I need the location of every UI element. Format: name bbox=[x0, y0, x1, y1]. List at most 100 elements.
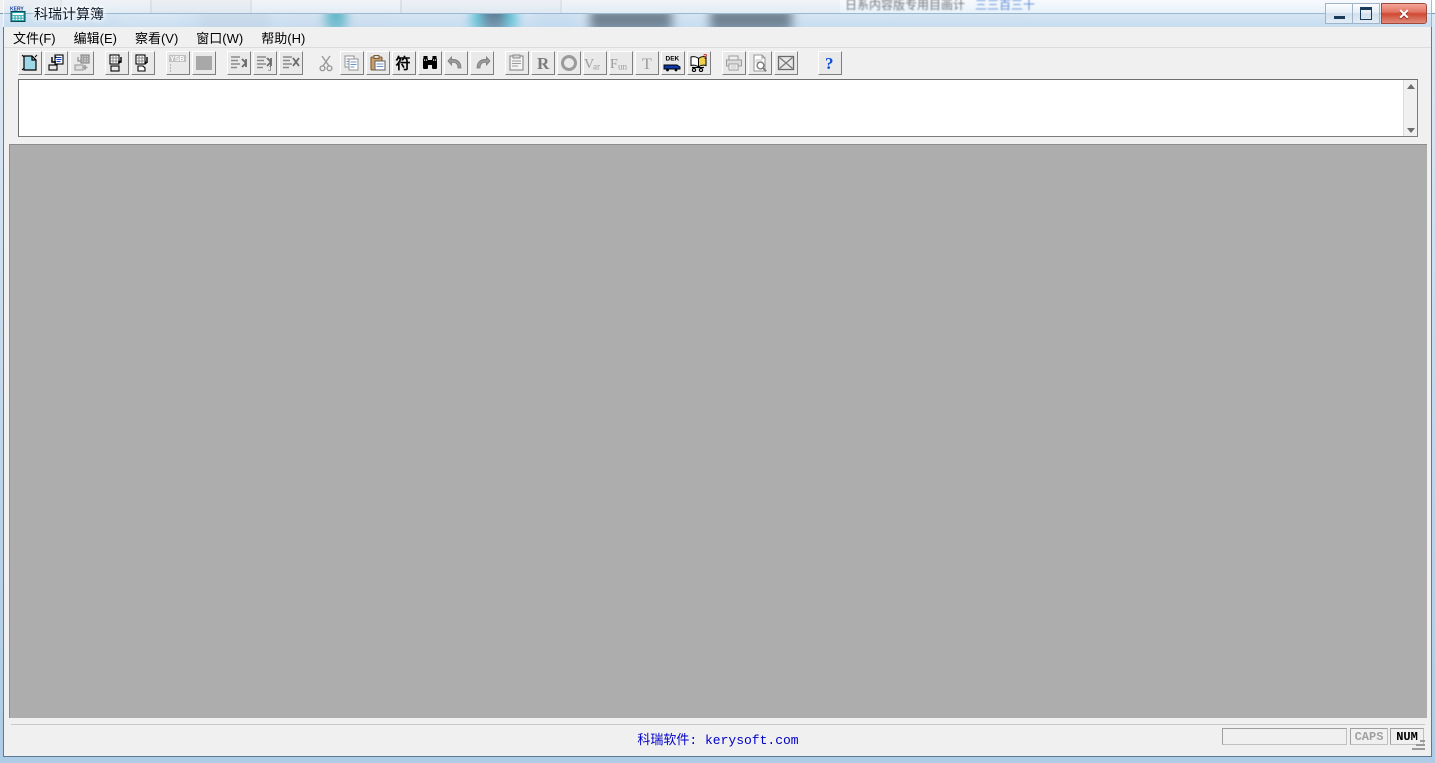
print-preview-button[interactable] bbox=[748, 51, 772, 75]
new-document-button[interactable] bbox=[18, 51, 42, 75]
svg-text:J: J bbox=[268, 66, 272, 72]
x-box-icon bbox=[777, 54, 795, 72]
copy-button[interactable] bbox=[340, 51, 364, 75]
status-bar: 科瑞软件: kerysoft.com CAPS NUM bbox=[9, 720, 1427, 752]
toolbar-separator bbox=[96, 51, 105, 75]
main-window: KERY 科瑞计算簿 ✕ bbox=[3, 0, 1432, 757]
toolbar-separator bbox=[496, 51, 505, 75]
filled-block-icon bbox=[195, 54, 213, 72]
open-folder-icon bbox=[47, 54, 65, 72]
text-button[interactable]: T bbox=[635, 51, 659, 75]
svg-text:?: ? bbox=[825, 54, 834, 72]
main-toolbar: YSB bbox=[4, 48, 1431, 78]
toolbar-separator bbox=[809, 51, 818, 75]
menu-help[interactable]: 帮助(H) bbox=[252, 26, 314, 49]
clipboard-icon bbox=[508, 54, 526, 72]
paste-button[interactable] bbox=[366, 51, 390, 75]
open-document-button[interactable] bbox=[44, 51, 68, 75]
redo-button[interactable] bbox=[470, 51, 494, 75]
window-title: 科瑞计算簿 bbox=[34, 4, 104, 24]
letter-r-icon: R bbox=[534, 54, 552, 72]
copy-icon bbox=[343, 54, 361, 72]
save-add-icon bbox=[73, 54, 91, 72]
editor-input[interactable] bbox=[19, 80, 1403, 136]
svg-text:DEK: DEK bbox=[666, 56, 680, 63]
export-button[interactable] bbox=[131, 51, 155, 75]
variable-button[interactable]: V ar bbox=[583, 51, 607, 75]
svg-text:符: 符 bbox=[396, 55, 411, 73]
print-button[interactable] bbox=[722, 51, 746, 75]
svg-text:R: R bbox=[537, 54, 550, 72]
block-button[interactable] bbox=[192, 51, 216, 75]
scroll-up-icon[interactable] bbox=[1404, 80, 1417, 92]
menu-edit[interactable]: 编辑(E) bbox=[65, 26, 126, 49]
save-document-button[interactable] bbox=[70, 51, 94, 75]
status-pane-caps: CAPS bbox=[1350, 728, 1388, 745]
book-cart-icon: ? bbox=[689, 54, 709, 72]
toolbar-separator bbox=[800, 51, 809, 75]
find-button[interactable] bbox=[418, 51, 442, 75]
editor-vertical-scrollbar[interactable] bbox=[1403, 80, 1417, 136]
maximize-icon bbox=[1360, 7, 1372, 20]
symbol-fu-icon: 符 bbox=[395, 54, 413, 72]
svg-text:T: T bbox=[642, 56, 652, 72]
close-icon: ✕ bbox=[1398, 7, 1410, 21]
new-document-icon bbox=[21, 54, 39, 72]
scroll-down-icon[interactable] bbox=[1404, 124, 1417, 136]
ysb-button[interactable]: YSB bbox=[166, 51, 190, 75]
import-button[interactable] bbox=[105, 51, 129, 75]
register-button[interactable]: R bbox=[531, 51, 555, 75]
book-help-button[interactable]: ? bbox=[687, 51, 711, 75]
properties-button[interactable] bbox=[505, 51, 529, 75]
maximize-button[interactable] bbox=[1352, 3, 1380, 24]
insert-line-alt-button[interactable]: J bbox=[253, 51, 277, 75]
formula-edit-pane[interactable] bbox=[18, 79, 1418, 137]
dek-car-icon: DEK bbox=[663, 54, 683, 72]
svg-text:ar: ar bbox=[593, 62, 600, 72]
insert-line-button[interactable] bbox=[227, 51, 251, 75]
menu-bar: 文件(F) 编辑(E) 察看(V) 窗口(W) 帮助(H) bbox=[4, 27, 1431, 48]
svg-text:?: ? bbox=[703, 54, 707, 61]
dek-button[interactable]: DEK bbox=[661, 51, 685, 75]
circle-button[interactable] bbox=[557, 51, 581, 75]
scissors-icon bbox=[317, 54, 335, 72]
ysb-label-icon: YSB bbox=[168, 54, 188, 72]
toolbar-separator bbox=[713, 51, 722, 75]
insert-line-alt-icon: J bbox=[256, 54, 274, 72]
menu-window[interactable]: 窗口(W) bbox=[187, 26, 252, 49]
print-preview-icon bbox=[751, 54, 769, 72]
status-pane-blank bbox=[1222, 728, 1347, 745]
mdi-workspace[interactable] bbox=[9, 144, 1427, 718]
minimize-button[interactable] bbox=[1325, 3, 1353, 24]
menu-file[interactable]: 文件(F) bbox=[4, 26, 65, 49]
undo-button[interactable] bbox=[444, 51, 468, 75]
circle-ring-icon bbox=[560, 54, 578, 72]
resize-grip-icon[interactable] bbox=[1411, 736, 1425, 750]
close-button[interactable]: ✕ bbox=[1381, 3, 1427, 24]
help-button[interactable]: ? bbox=[818, 51, 842, 75]
calculator-icon: KERY bbox=[10, 5, 27, 22]
letter-t-icon: T bbox=[638, 54, 656, 72]
status-bar-divider bbox=[11, 724, 1425, 725]
svg-text:F: F bbox=[610, 57, 618, 72]
printer-icon bbox=[725, 54, 743, 72]
title-bar[interactable]: KERY 科瑞计算簿 ✕ bbox=[3, 0, 1432, 27]
window-controls: ✕ bbox=[1326, 3, 1427, 24]
svg-text:YSB: YSB bbox=[170, 56, 184, 63]
toolbar-separator bbox=[305, 51, 314, 75]
close-window-button[interactable] bbox=[774, 51, 798, 75]
cut-button[interactable] bbox=[314, 51, 338, 75]
redo-arrow-icon bbox=[473, 54, 491, 72]
svg-text:un: un bbox=[618, 62, 628, 72]
function-button[interactable]: F un bbox=[609, 51, 633, 75]
fun-icon: F un bbox=[610, 54, 632, 72]
delete-line-button[interactable] bbox=[279, 51, 303, 75]
question-mark-icon: ? bbox=[821, 54, 839, 72]
menu-view[interactable]: 察看(V) bbox=[126, 26, 187, 49]
status-message: 科瑞软件: kerysoft.com bbox=[9, 729, 1427, 748]
insert-line-icon bbox=[230, 54, 248, 72]
delete-line-icon bbox=[282, 54, 300, 72]
symbol-button[interactable]: 符 bbox=[392, 51, 416, 75]
var-icon: V ar bbox=[584, 54, 606, 72]
export-table-icon bbox=[134, 54, 152, 72]
